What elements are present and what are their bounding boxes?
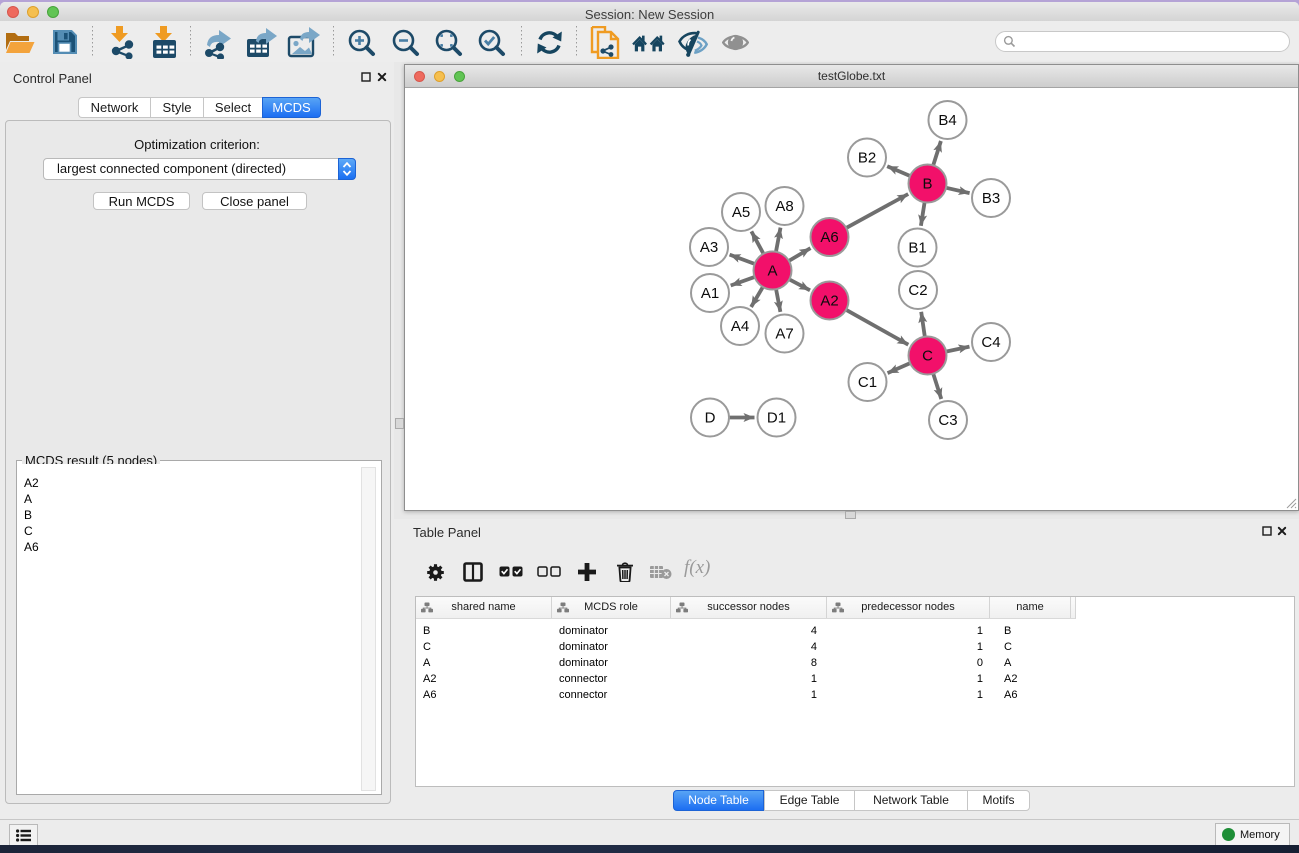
svg-text:A5: A5 <box>732 204 750 221</box>
svg-text:C1: C1 <box>858 374 877 391</box>
svg-text:A: A <box>767 263 777 280</box>
svg-text:B: B <box>922 176 932 193</box>
svg-text:B3: B3 <box>982 190 1000 207</box>
svg-text:A7: A7 <box>775 326 793 343</box>
svg-text:B1: B1 <box>908 240 926 257</box>
svg-text:A3: A3 <box>700 239 718 256</box>
svg-text:D1: D1 <box>767 410 786 427</box>
svg-text:D: D <box>705 410 716 427</box>
svg-text:A8: A8 <box>775 198 793 215</box>
svg-text:C: C <box>922 348 933 365</box>
svg-text:C3: C3 <box>938 412 957 429</box>
svg-text:A4: A4 <box>731 318 749 335</box>
svg-text:B2: B2 <box>858 150 876 167</box>
svg-text:B4: B4 <box>938 112 956 129</box>
svg-text:C4: C4 <box>981 334 1000 351</box>
svg-text:A2: A2 <box>820 293 838 310</box>
svg-text:A6: A6 <box>820 229 838 246</box>
svg-text:C2: C2 <box>908 282 927 299</box>
svg-text:A1: A1 <box>701 285 719 302</box>
